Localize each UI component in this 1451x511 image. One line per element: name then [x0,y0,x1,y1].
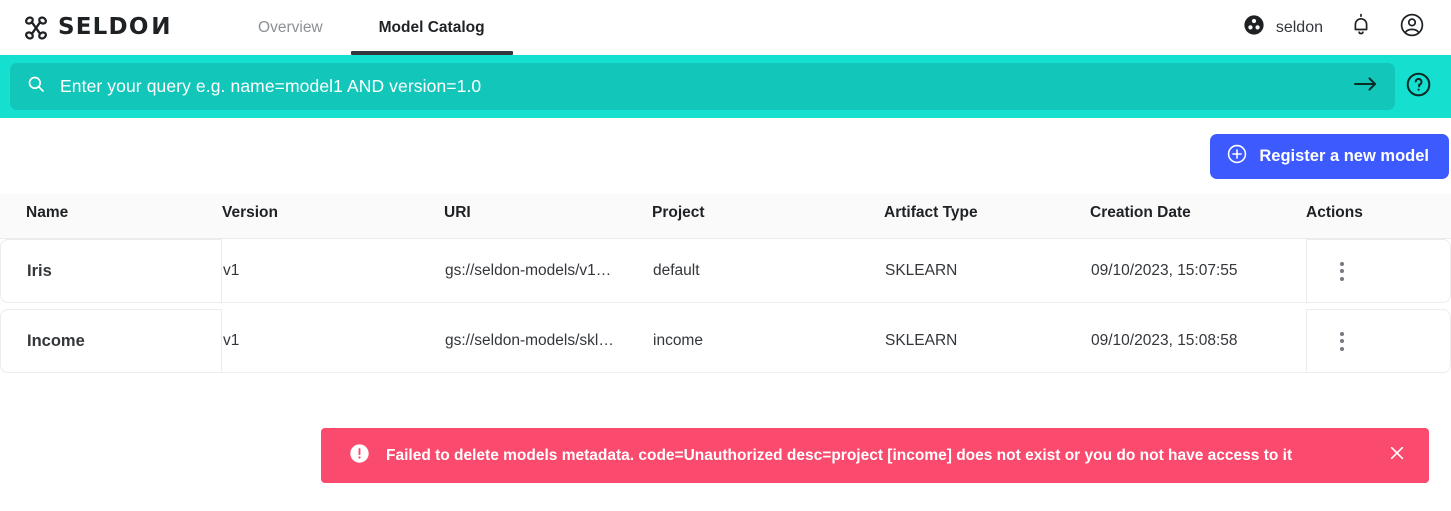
notifications-button[interactable] [1349,13,1373,42]
column-header-actions: Actions [1306,194,1451,239]
seldon-knot-logo-icon [22,14,50,42]
cell-project: income [652,309,884,373]
close-x-icon [1387,443,1407,468]
cell-uri: gs://seldon-models/skl… [444,309,652,373]
account-circle-icon [1399,12,1425,43]
column-header-uri: URI [444,194,652,239]
table-header-row: Name Version URI Project Artifact Type C… [0,194,1451,239]
search-field-wrapper[interactable]: Enter your query e.g. name=model1 AND ve… [10,63,1395,110]
register-new-model-button[interactable]: Register a new model [1210,133,1449,179]
models-table-body: Iris v1 gs://seldon-models/v1… default S… [0,239,1451,373]
cell-actions [1306,309,1451,373]
register-new-model-label: Register a new model [1259,146,1429,165]
column-header-version: Version [222,194,444,239]
nav-tabs: Overview Model Catalog [230,0,513,55]
uri-text: gs://seldon-models/v1… [445,262,612,279]
tab-model-catalog[interactable]: Model Catalog [350,0,513,55]
tab-model-catalog-label: Model Catalog [378,18,485,36]
brand-name: SELDON [58,14,171,40]
uri-text: gs://seldon-models/skl… [445,332,614,349]
cell-actions [1306,239,1451,303]
cell-uri: gs://seldon-models/v1… [444,239,652,303]
org-switcher[interactable]: seldon [1243,14,1323,41]
cell-artifact-type: SKLEARN [884,239,1090,303]
org-name-label: seldon [1275,18,1323,36]
search-help-button[interactable] [1395,71,1441,103]
error-toast-message: Failed to delete models metadata. code=U… [386,446,1293,464]
cell-project: default [652,239,884,303]
column-header-artifact-type: Artifact Type [884,194,1090,239]
search-submit-button[interactable] [1353,75,1379,98]
cell-name: Income [0,309,222,373]
column-header-creation-date: Creation Date [1090,194,1306,239]
error-exclamation-icon [349,443,370,469]
models-table-container: Name Version URI Project Artifact Type C… [0,194,1451,373]
top-navigation-bar: SELDON Overview Model Catalog seldon [0,0,1451,55]
notifications-bell-icon [1349,13,1373,42]
kebab-menu-icon[interactable] [1331,329,1353,353]
table-action-bar: Register a new model [0,118,1451,194]
arrow-right-icon [1353,75,1379,98]
brand-logo[interactable]: SELDON [22,14,170,42]
org-circle-dots-icon [1243,14,1265,41]
cell-creation-date: 09/10/2023, 15:08:58 [1090,309,1306,373]
kebab-menu-icon[interactable] [1331,259,1353,283]
cell-version: v1 [222,239,444,303]
error-toast-close-button[interactable] [1383,442,1411,470]
tab-overview-label: Overview [258,18,323,36]
models-table-header: Name Version URI Project Artifact Type C… [0,194,1451,239]
cell-version: v1 [222,309,444,373]
search-input[interactable]: Enter your query e.g. name=model1 AND ve… [60,76,1339,97]
cell-creation-date: 09/10/2023, 15:07:55 [1090,239,1306,303]
search-bar: Enter your query e.g. name=model1 AND ve… [0,55,1451,118]
account-button[interactable] [1399,12,1425,43]
plus-circle-icon [1226,143,1248,170]
cell-name: Iris [0,239,222,303]
column-header-name: Name [0,194,222,239]
tab-overview[interactable]: Overview [230,0,351,55]
nav-right-group: seldon [1243,12,1425,43]
table-row[interactable]: Income v1 gs://seldon-models/skl… income… [0,309,1451,373]
search-icon [26,74,46,99]
column-header-project: Project [652,194,884,239]
error-toast: Failed to delete models metadata. code=U… [321,428,1429,483]
table-row[interactable]: Iris v1 gs://seldon-models/v1… default S… [0,239,1451,303]
models-table: Name Version URI Project Artifact Type C… [0,194,1451,373]
help-circle-icon [1405,71,1432,103]
cell-artifact-type: SKLEARN [884,309,1090,373]
